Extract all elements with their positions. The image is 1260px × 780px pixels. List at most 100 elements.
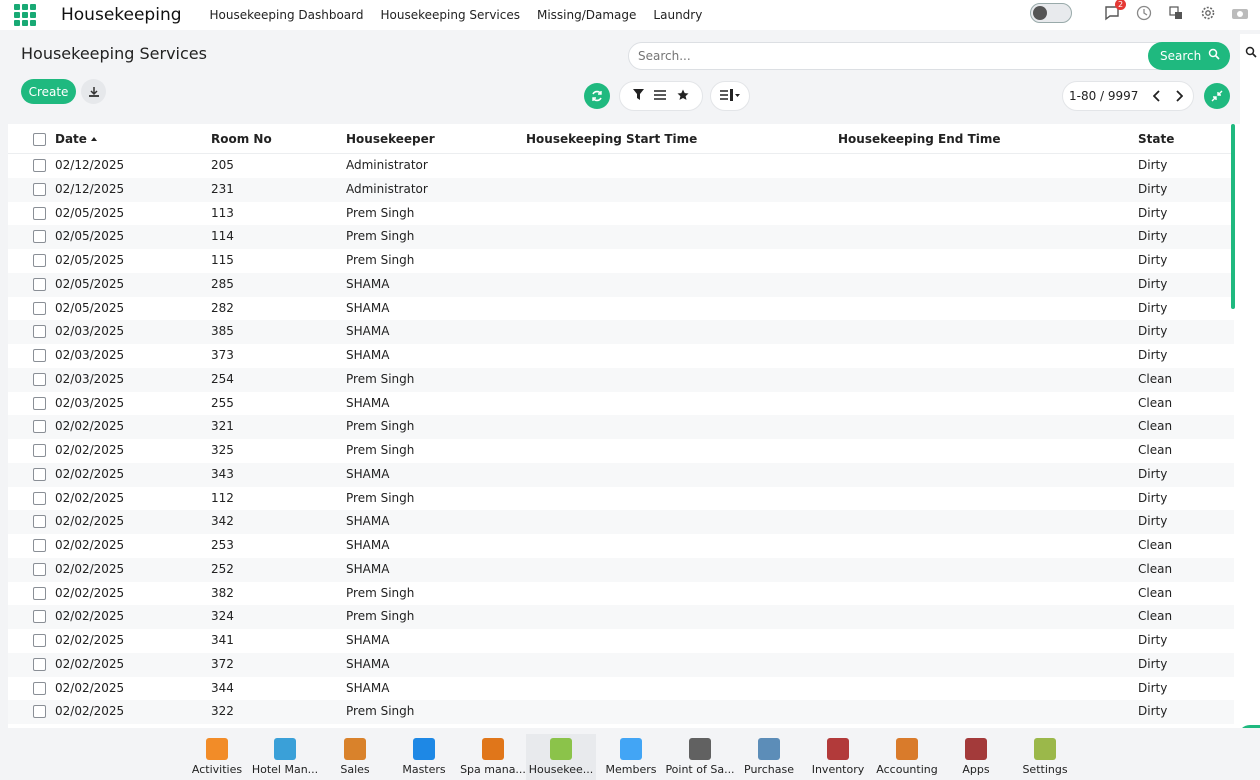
download-icon[interactable]	[81, 79, 106, 104]
room-cell: 325	[211, 443, 234, 457]
column-header-state[interactable]: State	[1138, 132, 1174, 146]
table-row[interactable]: 02/05/2025 282 SHAMA Dirty	[8, 297, 1234, 321]
table-row[interactable]: 02/02/2025 341 SHAMA Dirty	[8, 629, 1234, 653]
row-checkbox[interactable]	[33, 182, 46, 196]
table-row[interactable]: 02/02/2025 344 SHAMA Dirty	[8, 677, 1234, 701]
dock-item[interactable]: Sales	[320, 738, 390, 776]
chat-icon[interactable]: 2	[1102, 0, 1126, 23]
row-checkbox[interactable]	[33, 159, 46, 172]
row-checkbox[interactable]	[33, 325, 46, 339]
state-cell: Dirty	[1138, 324, 1168, 339]
clock-icon[interactable]	[1134, 3, 1154, 23]
dock-item[interactable]: Masters	[389, 738, 459, 776]
table-row[interactable]: 02/02/2025 342 SHAMA Dirty	[8, 510, 1234, 534]
row-checkbox[interactable]	[33, 681, 46, 695]
row-checkbox[interactable]	[33, 230, 46, 244]
collapse-icon[interactable]	[1204, 83, 1230, 109]
filter-icon[interactable]	[633, 89, 645, 103]
column-header-start-time[interactable]: Housekeeping Start Time	[526, 132, 697, 146]
table-row[interactable]: 02/03/2025 254 Prem Singh Clean	[8, 367, 1234, 392]
dock-item[interactable]: Accounting	[872, 738, 942, 776]
row-checkbox[interactable]	[33, 444, 46, 457]
side-search-icon[interactable]	[1245, 46, 1257, 61]
column-header-end-time[interactable]: Housekeeping End Time	[838, 132, 1001, 146]
table-header: Date Room No Housekeeper Housekeeping St…	[8, 124, 1234, 154]
row-checkbox[interactable]	[33, 254, 46, 267]
row-checkbox[interactable]	[33, 539, 46, 552]
table-row[interactable]: 02/02/2025 382 Prem Singh Clean	[8, 582, 1234, 606]
table-row[interactable]: 02/02/2025 112 Prem Singh Dirty	[8, 487, 1234, 511]
table-row[interactable]: 02/02/2025 325 Prem Singh Clean	[8, 439, 1234, 463]
activities-icon	[206, 738, 228, 760]
dock-item[interactable]: Housekee...	[526, 734, 596, 780]
camera-icon[interactable]	[1230, 3, 1250, 23]
table-row[interactable]: 02/12/2025 205 Administrator Dirty	[8, 154, 1234, 178]
dock-item[interactable]: Spa mana...	[458, 738, 528, 776]
pager-value[interactable]: 1-80 / 9997	[1069, 89, 1138, 103]
table-row[interactable]: 02/05/2025 113 Prem Singh Dirty	[8, 202, 1234, 226]
table-row[interactable]: 02/02/2025 324 Prem Singh Clean	[8, 605, 1234, 629]
gear-icon[interactable]	[1198, 3, 1218, 23]
column-header-date[interactable]: Date	[55, 132, 97, 146]
dock-item[interactable]: Activities	[182, 738, 252, 776]
column-header-room-no[interactable]: Room No	[211, 132, 272, 146]
table-row[interactable]: 02/05/2025 285 SHAMA Dirty	[8, 272, 1234, 297]
row-checkbox[interactable]	[33, 705, 46, 719]
table-row[interactable]: 02/02/2025 322 Prem Singh Dirty	[8, 700, 1234, 724]
create-button[interactable]: Create	[21, 79, 76, 104]
row-checkbox[interactable]	[33, 396, 46, 410]
nav-housekeeping-dashboard[interactable]: Housekeeping Dashboard	[210, 8, 364, 22]
table-row[interactable]: 02/03/2025 373 SHAMA Dirty	[8, 344, 1234, 368]
search-button[interactable]: Search	[1148, 42, 1230, 70]
table-row[interactable]: 02/12/2025 231 Administrator Dirty	[8, 177, 1234, 202]
row-checkbox[interactable]	[33, 586, 46, 600]
translate-icon[interactable]	[1166, 3, 1186, 23]
nav-housekeeping-services[interactable]: Housekeeping Services	[381, 8, 520, 22]
column-header-housekeeper[interactable]: Housekeeper	[346, 132, 435, 146]
dock-item[interactable]: Apps	[941, 738, 1011, 776]
pager-prev-icon[interactable]	[1146, 85, 1168, 107]
app-menu-icon[interactable]	[14, 4, 36, 26]
dock-item[interactable]: Settings	[1010, 738, 1080, 776]
row-checkbox[interactable]	[33, 515, 46, 529]
table-row[interactable]: 02/02/2025 343 SHAMA Dirty	[8, 462, 1234, 487]
dock-item[interactable]: Hotel Man...	[250, 738, 320, 776]
row-checkbox[interactable]	[33, 206, 46, 220]
dock-item[interactable]: Inventory	[803, 738, 873, 776]
row-checkbox[interactable]	[33, 467, 46, 481]
table-row[interactable]: 02/02/2025 372 SHAMA Dirty	[8, 652, 1234, 677]
view-switcher[interactable]	[710, 81, 750, 111]
row-checkbox[interactable]	[33, 634, 46, 647]
table-row[interactable]: 02/02/2025 321 Prem Singh Clean	[8, 415, 1234, 439]
favorite-star-icon[interactable]	[677, 89, 689, 104]
row-checkbox[interactable]	[33, 349, 46, 362]
date-cell: 02/02/2025	[55, 633, 125, 647]
state-cell: Dirty	[1138, 276, 1168, 291]
table-row[interactable]: 02/03/2025 385 SHAMA Dirty	[8, 320, 1234, 344]
mode-toggle[interactable]	[1030, 3, 1072, 23]
dock-item[interactable]: Members	[596, 738, 666, 776]
row-checkbox[interactable]	[33, 372, 46, 386]
row-checkbox[interactable]	[33, 491, 46, 505]
table-row[interactable]: 02/02/2025 253 SHAMA Clean	[8, 534, 1234, 558]
table-row[interactable]: 02/03/2025 255 SHAMA Clean	[8, 392, 1234, 416]
dock-item[interactable]: Point of Sa...	[665, 738, 735, 776]
dock-item[interactable]: Purchase	[734, 738, 804, 776]
table-scrollbar[interactable]	[1231, 124, 1235, 309]
row-checkbox[interactable]	[33, 657, 46, 671]
pager-next-icon[interactable]	[1168, 85, 1190, 107]
row-checkbox[interactable]	[33, 277, 46, 291]
table-row[interactable]: 02/02/2025 252 SHAMA Clean	[8, 557, 1234, 582]
refresh-icon[interactable]	[584, 83, 610, 109]
row-checkbox[interactable]	[33, 610, 46, 624]
row-checkbox[interactable]	[33, 562, 46, 576]
select-all-checkbox[interactable]	[33, 133, 46, 146]
nav-missing-damage[interactable]: Missing/Damage	[537, 8, 636, 22]
row-checkbox[interactable]	[33, 301, 46, 315]
row-checkbox[interactable]	[33, 420, 46, 434]
table-row[interactable]: 02/05/2025 115 Prem Singh Dirty	[8, 249, 1234, 273]
group-by-icon[interactable]	[654, 89, 667, 103]
search-input[interactable]	[638, 49, 1118, 63]
table-row[interactable]: 02/05/2025 114 Prem Singh Dirty	[8, 225, 1234, 249]
nav-laundry[interactable]: Laundry	[653, 8, 702, 22]
